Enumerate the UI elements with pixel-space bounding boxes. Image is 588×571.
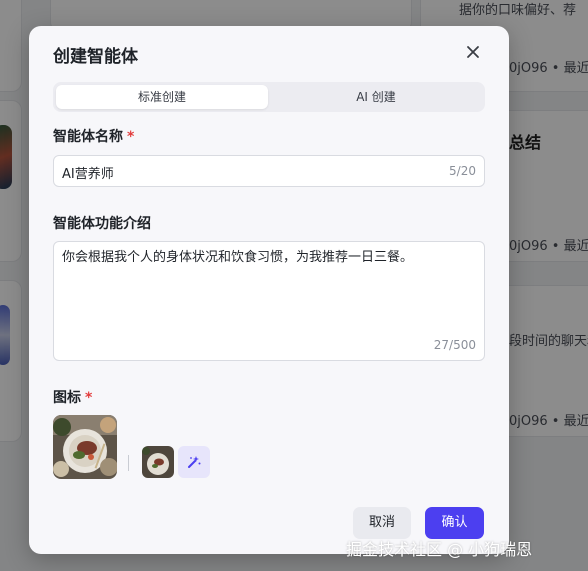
agent-description-value: 你会根据我个人的身体状况和饮食习惯，为我推荐一日三餐。 bbox=[62, 250, 414, 265]
description-field-label: 智能体功能介绍 bbox=[53, 216, 151, 232]
icon-label-text: 图标 bbox=[53, 390, 81, 406]
name-field-label: 智能体名称 * bbox=[53, 126, 134, 146]
close-button[interactable] bbox=[463, 42, 483, 62]
tab-standard-create[interactable]: 标准创建 bbox=[56, 85, 268, 109]
close-icon bbox=[467, 46, 479, 58]
required-mark: * bbox=[85, 390, 93, 406]
agent-description-textarea[interactable]: 你会根据我个人的身体状况和饮食习惯，为我推荐一日三餐。 27/500 bbox=[53, 241, 485, 361]
avatar-option[interactable] bbox=[142, 446, 174, 478]
magic-wand-icon bbox=[188, 456, 201, 468]
agent-name-input[interactable]: AI营养师 5/20 bbox=[53, 155, 485, 187]
confirm-button[interactable]: 确认 bbox=[425, 507, 484, 539]
tab-ai-create[interactable]: AI 创建 bbox=[270, 85, 482, 109]
agent-name-value: AI营养师 bbox=[62, 167, 114, 182]
food-plate-image bbox=[53, 415, 117, 479]
create-agent-dialog: 创建智能体 标准创建 AI 创建 智能体名称 * AI营养师 5/20 智能体功能… bbox=[29, 26, 509, 554]
watermark: 掘金技术社区 @ 小狗瑞恩 bbox=[346, 540, 533, 559]
description-char-counter: 27/500 bbox=[433, 338, 476, 352]
create-mode-tabs: 标准创建 AI 创建 bbox=[53, 82, 485, 112]
name-char-counter: 5/20 bbox=[449, 164, 476, 178]
name-label-text: 智能体名称 bbox=[53, 129, 123, 145]
food-plate-thumbnail bbox=[142, 446, 174, 478]
dialog-title: 创建智能体 bbox=[53, 47, 138, 67]
cancel-button[interactable]: 取消 bbox=[353, 507, 411, 539]
icon-field-label: 图标 * bbox=[53, 387, 92, 407]
icon-divider bbox=[128, 455, 129, 471]
required-mark: * bbox=[127, 129, 135, 145]
selected-avatar-image[interactable] bbox=[53, 415, 117, 479]
ai-generate-avatar-button[interactable] bbox=[178, 446, 210, 478]
